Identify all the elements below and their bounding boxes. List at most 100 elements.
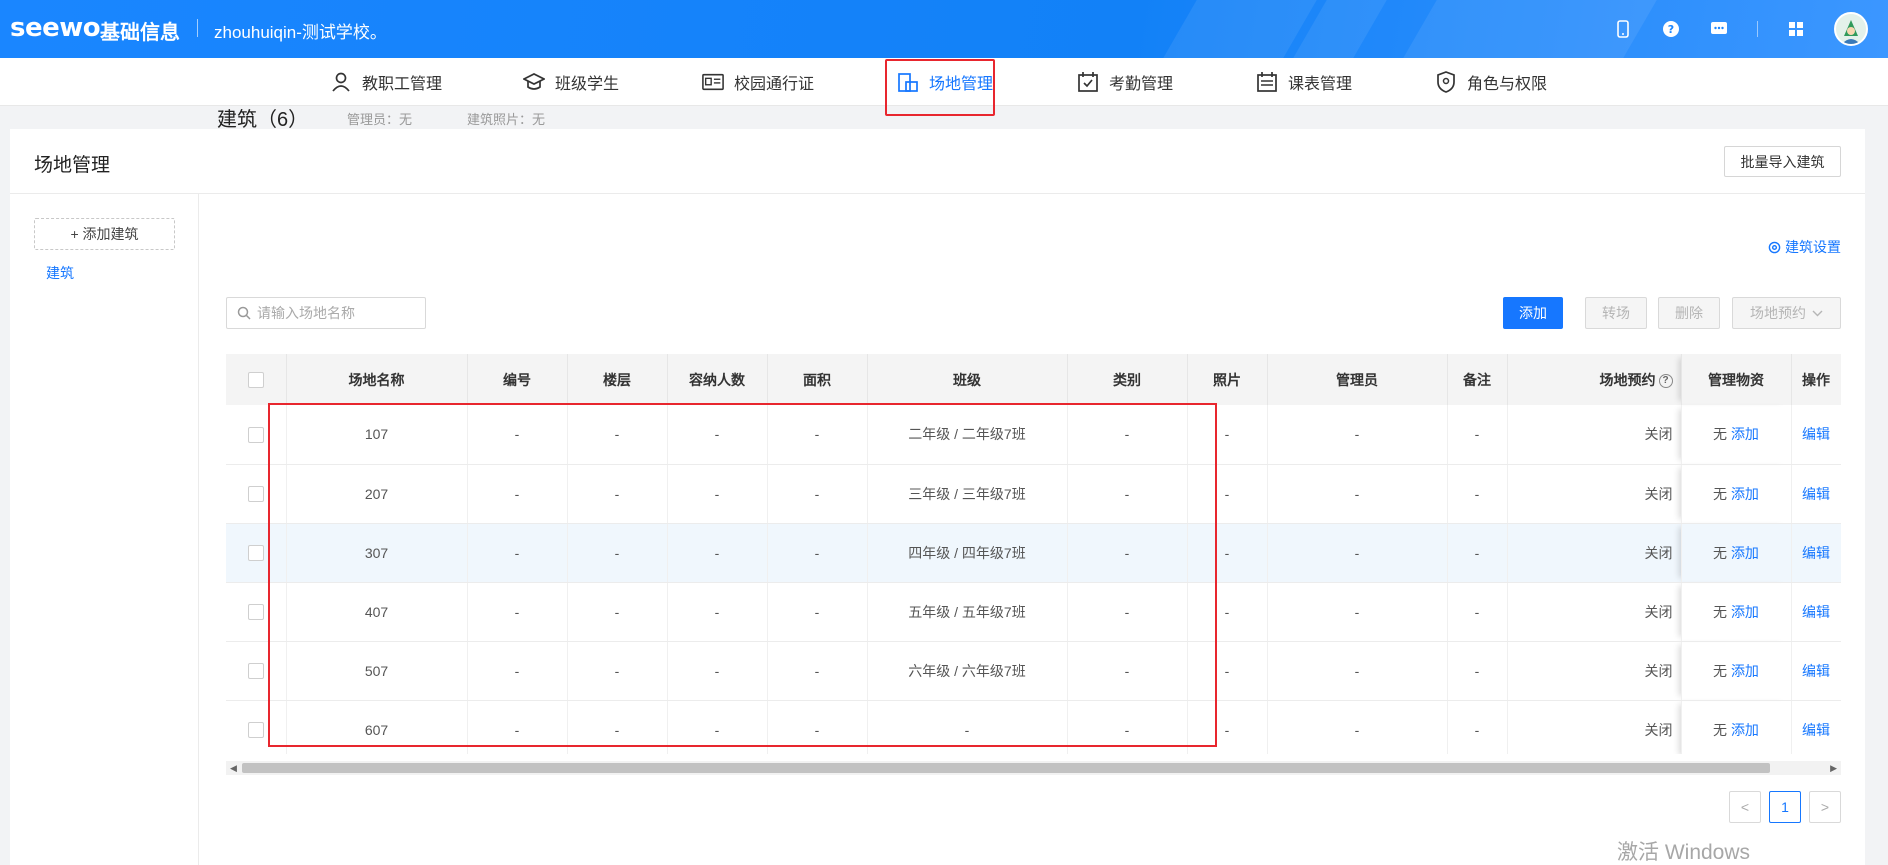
cell-capacity: - [667,405,768,465]
column-header: 操作 [1791,354,1841,405]
cell-note: - [1447,523,1508,583]
add-supplies-link[interactable]: 添加 [1731,426,1759,442]
help-icon[interactable]: ? [1661,19,1681,39]
panel-header: 场地管理 批量导入建筑 [10,129,1865,194]
cell-supplies: 无 添加 [1681,700,1792,754]
nav-tab-venue[interactable]: 场地管理 [897,58,993,106]
table-row: 107- - - - 二年级 / 二年级7班 - - - - 关闭无 添加 编辑 [226,405,1841,465]
add-building-button[interactable]: + 添加建筑 [34,218,175,250]
scrollbar-thumb[interactable] [242,763,1770,773]
select-all-checkbox[interactable] [247,372,264,389]
scroll-left-icon[interactable]: ◀ [230,761,237,775]
mobile-icon[interactable] [1613,19,1633,39]
building-settings-link[interactable]: 建筑设置 [1768,237,1841,257]
cell-supplies: 无 添加 [1681,405,1792,465]
cell-admin: - [1267,464,1448,524]
settings-icon [1768,241,1781,253]
cell-class: 三年级 / 三年级7班 [867,464,1068,524]
reservation-dropdown[interactable]: 场地预约 [1732,297,1841,329]
add-venue-button[interactable]: 添加 [1503,297,1563,329]
windows-activation-watermark: 激活 Windows [1617,841,1751,864]
seewo-logo[interactable]: seewo [10,13,101,43]
cell-photo: - [1187,641,1268,701]
cell-supplies: 无 添加 [1681,641,1792,701]
cell-class: 二年级 / 二年级7班 [867,405,1068,465]
cell-admin: - [1267,582,1448,642]
cell-number: - [467,700,568,754]
nav-tab-label: 班级学生 [555,76,620,93]
scroll-right-icon[interactable]: ▶ [1830,761,1837,775]
cell-capacity: - [667,641,768,701]
add-supplies-link[interactable]: 添加 [1731,722,1759,738]
school-name[interactable]: zhouhuiqin-测试学校。 [214,18,387,43]
app-name: 基础信息 [100,22,180,44]
column-header: 照片 [1187,354,1268,405]
row-checkbox[interactable] [247,545,264,562]
chevron-down-icon [1812,310,1823,316]
nav-tab-roles[interactable]: 角色与权限 [1435,58,1547,106]
add-supplies-link[interactable]: 添加 [1731,663,1759,679]
header-divider [197,19,198,37]
nav-tab-campus-pass[interactable]: 校园通行证 [702,58,814,106]
column-header: 类别 [1067,354,1188,405]
nav-tab-timetable[interactable]: 课表管理 [1256,58,1352,106]
delete-button[interactable]: 删除 [1658,297,1720,329]
cell-note: - [1447,641,1508,701]
edit-link[interactable]: 编辑 [1802,545,1830,561]
cell-area: - [767,641,868,701]
column-header: 容纳人数 [667,354,768,405]
table-row: 407- - - - 五年级 / 五年级7班 - - - - 关闭无 添加 编辑 [226,582,1841,642]
apps-grid-icon[interactable] [1786,19,1806,39]
cell-reservation: 关闭 [1507,582,1682,642]
add-supplies-link[interactable]: 添加 [1731,604,1759,620]
batch-import-button[interactable]: 批量导入建筑 [1724,146,1841,177]
edit-link[interactable]: 编辑 [1802,604,1830,620]
cell-admin: - [1267,405,1448,465]
nav-tab-staff[interactable]: 教职工管理 [330,58,442,106]
page-1-button[interactable]: 1 [1769,791,1801,823]
edit-link[interactable]: 编辑 [1802,722,1830,738]
cell-admin: - [1267,700,1448,754]
cell-reservation: 关闭 [1507,464,1682,524]
cell-area: - [767,405,868,465]
column-header: 管理物资 [1681,354,1792,405]
add-supplies-link[interactable]: 添加 [1731,545,1759,561]
nav-tab-label: 校园通行证 [734,76,815,93]
table-row: 207- - - - 三年级 / 三年级7班 - - - - 关闭无 添加 编辑 [226,464,1841,524]
row-checkbox[interactable] [247,722,264,739]
row-checkbox[interactable] [247,486,264,503]
cell-note: - [1447,700,1508,754]
edit-link[interactable]: 编辑 [1802,486,1830,502]
cell-number: - [467,405,568,465]
venue-search-input[interactable] [257,305,417,321]
nav-tab-attendance[interactable]: 考勤管理 [1077,58,1173,106]
row-checkbox[interactable] [247,604,264,621]
cell-photo: - [1187,405,1268,465]
sidebar-item-building[interactable]: 建筑 [46,263,74,283]
row-checkbox[interactable] [247,663,264,680]
supplies-value: 无 [1713,426,1728,443]
row-checkbox[interactable] [247,426,264,443]
user-avatar[interactable] [1834,12,1868,46]
help-circle-icon[interactable]: ? [1658,373,1673,388]
cell-reservation: 关闭 [1507,700,1682,754]
venue-search-box[interactable] [226,297,426,329]
horizontal-scrollbar[interactable]: ◀ ▶ [226,761,1841,775]
cell-action: 编辑 [1791,523,1841,583]
column-header: 编号 [467,354,568,405]
timetable-icon [1257,72,1277,92]
edit-link[interactable]: 编辑 [1802,663,1830,679]
cell-supplies: 无 添加 [1681,464,1792,524]
nav-tab-class-students[interactable]: 班级学生 [523,58,619,106]
graduation-cap-icon [523,73,545,90]
cell-reservation: 关闭 [1507,641,1682,701]
message-icon[interactable] [1709,19,1729,39]
venue-table: 场地名称 编号 楼层 容纳人数 面积 班级 类别 照片 管理员 备注 场地预约?… [226,354,1841,754]
cell-area: - [767,464,868,524]
transfer-button[interactable]: 转场 [1585,297,1647,329]
add-supplies-link[interactable]: 添加 [1731,486,1759,502]
cell-area: - [767,700,868,754]
prev-page-button[interactable]: < [1729,791,1761,823]
next-page-button[interactable]: > [1809,791,1841,823]
edit-link[interactable]: 编辑 [1802,426,1830,442]
